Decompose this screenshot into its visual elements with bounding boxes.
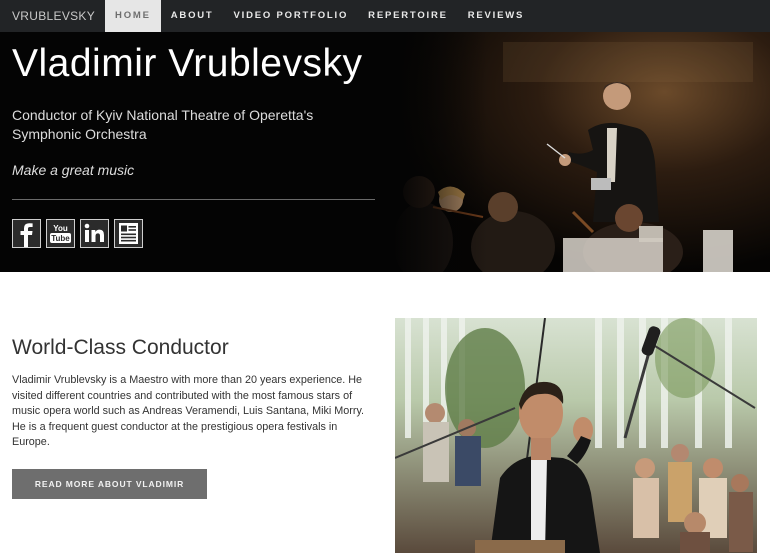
hero-divider	[12, 199, 375, 200]
youtube-icon: You Tube	[47, 220, 74, 247]
youtube-link[interactable]: You Tube	[46, 219, 75, 248]
svg-text:You: You	[53, 224, 68, 233]
hero-banner: Vladimir Vrublevsky Conductor of Kyiv Na…	[0, 32, 770, 272]
conductor-outdoor-photo	[395, 318, 757, 553]
brand-logo[interactable]: VRUBLEVSKY	[0, 0, 105, 32]
top-navbar: VRUBLEVSKY HOME ABOUT VIDEO PORTFOLIO RE…	[0, 0, 770, 32]
read-more-button[interactable]: READ MORE ABOUT VLADIMIR	[12, 469, 207, 499]
linkedin-link[interactable]	[80, 219, 109, 248]
conductor-hero-photo	[393, 32, 770, 272]
nav-reviews[interactable]: REVIEWS	[458, 0, 534, 32]
nav-repertoire[interactable]: REPERTOIRE	[358, 0, 458, 32]
nav-video-portfolio[interactable]: VIDEO PORTFOLIO	[224, 0, 359, 32]
svg-text:Tube: Tube	[51, 234, 70, 243]
social-links: You Tube	[12, 219, 143, 248]
linkedin-icon	[81, 220, 108, 247]
nav-about[interactable]: ABOUT	[161, 0, 224, 32]
section-description: Vladimir Vrublevsky is a Maestro with mo…	[12, 374, 365, 449]
facebook-icon	[13, 220, 40, 247]
section-heading: World-Class Conductor	[12, 336, 229, 359]
hero-title: Vladimir Vrublevsky	[12, 42, 363, 85]
hero-tagline: Make a great music	[12, 162, 135, 178]
hero-subtitle: Conductor of Kyiv National Theatre of Op…	[12, 107, 314, 142]
resume-icon	[115, 220, 142, 247]
facebook-link[interactable]	[12, 219, 41, 248]
nav-home[interactable]: HOME	[105, 0, 161, 32]
resume-link[interactable]	[114, 219, 143, 248]
